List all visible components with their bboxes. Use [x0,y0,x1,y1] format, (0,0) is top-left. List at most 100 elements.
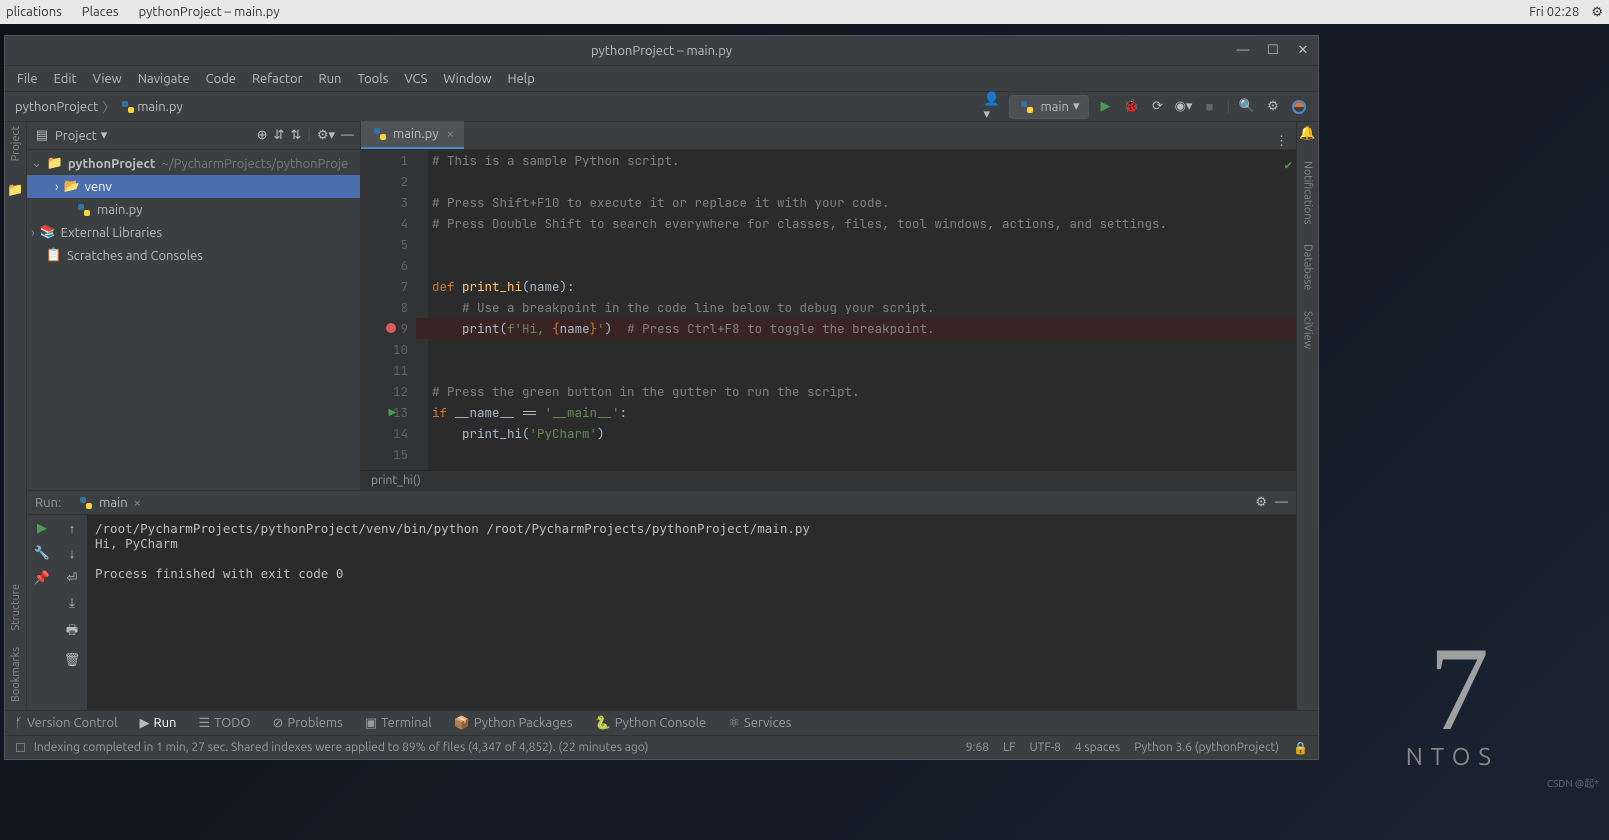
status-position[interactable]: 9:68 [966,741,989,755]
breakpoint-icon[interactable] [386,323,396,333]
run-output[interactable]: /root/PycharmProjects/pythonProject/venv… [87,515,1296,710]
os-menu-applications[interactable]: plications [6,5,62,19]
hide-icon[interactable]: — [1275,495,1288,510]
tool-project[interactable]: Project [10,126,22,161]
menu-run[interactable]: Run [313,70,348,88]
pin-icon[interactable]: 📌 [34,571,50,586]
close-icon[interactable]: ✕ [1288,43,1318,58]
line-number[interactable]: 3 [361,192,408,213]
stop-icon[interactable]: ■ [1201,98,1219,116]
menu-file[interactable]: File [11,70,44,88]
tool-run[interactable]: ▶Run [140,716,177,731]
ide-help-icon[interactable] [1290,98,1308,116]
menu-refactor[interactable]: Refactor [246,70,309,88]
rerun-icon[interactable]: ▶ [37,521,47,536]
tool-vcs[interactable]: ᚶVersion Control [15,716,118,730]
tool-services[interactable]: ⚛Services [728,716,791,731]
tab-close-icon[interactable]: × [447,127,454,141]
line-number[interactable]: 5 [361,234,408,255]
line-number[interactable]: 7 [361,276,408,297]
collapse-all-icon[interactable]: ⇅ [290,128,301,143]
line-number[interactable]: 2 [361,171,408,192]
menu-view[interactable]: View [87,70,128,88]
code-text[interactable]: # This is a sample Python script. # Pres… [428,150,1296,470]
project-view-icon[interactable]: ▤ [33,127,51,145]
line-number[interactable]: 13 [361,402,408,423]
tab-close-icon[interactable]: × [134,496,141,510]
editor-breadcrumb[interactable]: print_hi() [361,470,1296,490]
chevron-down-icon[interactable]: ▾ [101,128,108,143]
menu-navigate[interactable]: Navigate [132,70,196,88]
menu-vcs[interactable]: VCS [398,70,433,88]
breadcrumb-file[interactable]: main.py [137,100,183,114]
tree-external-libs[interactable]: › 📚 External Libraries [27,221,360,244]
minimize-icon[interactable]: — [1228,43,1258,58]
run-gutter-icon[interactable]: ▶ [388,402,396,423]
debug-icon[interactable]: 🐞 [1123,98,1141,116]
hide-icon[interactable]: — [341,128,354,143]
coverage-icon[interactable]: ⟳ [1149,98,1167,116]
line-number[interactable]: 12 [361,381,408,402]
menu-code[interactable]: Code [200,70,242,88]
status-indent[interactable]: 4 spaces [1075,741,1120,755]
tool-database[interactable]: Database [1302,244,1314,290]
notification-bell-icon[interactable]: 🔔 [1299,126,1315,141]
status-interpreter[interactable]: Python 3.6 (pythonProject) [1134,741,1279,755]
os-menu-places[interactable]: Places [82,5,119,19]
titlebar[interactable]: pythonProject – main.py — ☐ ✕ [5,36,1318,66]
run-config-selector[interactable]: main ▾ [1009,95,1088,119]
tool-terminal[interactable]: ▣Terminal [365,716,432,731]
tool-sciview[interactable]: SciView [1302,311,1314,349]
menu-help[interactable]: Help [502,70,541,88]
tool-problems[interactable]: ⊘Problems [273,716,343,731]
breadcrumb-project[interactable]: pythonProject [15,100,98,114]
fold-column[interactable] [416,150,428,470]
lock-icon[interactable]: 🔒 [1293,741,1308,755]
os-indicator-icon[interactable]: ⚙ [1591,5,1603,20]
tool-bookmarks[interactable]: Bookmarks [10,647,22,702]
tabs-more-icon[interactable]: ⋮ [1275,134,1288,149]
up-icon[interactable]: ↑ [69,521,76,536]
tool-window-quick-access-icon[interactable]: ☐ [15,741,26,755]
tree-mainpy[interactable]: main.py [27,198,360,221]
locate-icon[interactable]: ⊕ [257,128,268,143]
line-number[interactable]: 8 [361,297,408,318]
status-line-sep[interactable]: LF [1003,741,1015,755]
print-icon[interactable]: 🖶 [66,621,78,643]
maximize-icon[interactable]: ☐ [1258,43,1288,58]
line-number[interactable]: 15 [361,444,408,465]
wrench-icon[interactable]: 🔧 [34,546,50,561]
tree-venv[interactable]: › 📂 venv [27,175,360,198]
line-number[interactable]: 11 [361,360,408,381]
scroll-to-end-icon[interactable]: ⤓ [69,596,75,611]
tool-notifications[interactable]: Notifications [1302,161,1314,224]
menu-window[interactable]: Window [437,70,497,88]
profile-icon[interactable]: ◉▾ [1175,98,1193,116]
gear-icon[interactable]: ⚙▾ [317,128,335,143]
line-number[interactable]: 10 [361,339,408,360]
clear-all-icon[interactable]: 🗑 [64,653,81,668]
line-number[interactable]: 9 [361,318,408,339]
run-tab[interactable]: main × [69,492,149,514]
os-menu-app[interactable]: pythonProject – main.py [139,5,280,19]
line-number[interactable]: 6 [361,255,408,276]
analysis-ok-icon[interactable]: ✔ [1284,154,1292,175]
gear-icon[interactable]: ⚙ [1255,495,1267,510]
menu-tools[interactable]: Tools [351,70,394,88]
search-icon[interactable]: 🔍 [1238,98,1256,116]
line-number[interactable]: 14 [361,423,408,444]
tool-structure[interactable]: Structure [10,584,22,631]
tree-root[interactable]: ⌄ 📁 pythonProject ~/PycharmProjects/pyth… [27,152,360,175]
line-number[interactable]: 4 [361,213,408,234]
code-area[interactable]: 1 2 3 4 5 6 7 8 9 10 11 [361,150,1296,470]
gutter[interactable]: 1 2 3 4 5 6 7 8 9 10 11 [361,150,416,470]
down-icon[interactable]: ↓ [69,546,76,561]
project-tree[interactable]: ⌄ 📁 pythonProject ~/PycharmProjects/pyth… [27,150,360,269]
menu-edit[interactable]: Edit [48,70,83,88]
tool-python-packages[interactable]: 📦Python Packages [454,716,573,731]
expand-all-icon[interactable]: ⇵ [274,128,285,143]
tree-scratches[interactable]: 📋 Scratches and Consoles [27,244,360,267]
user-icon[interactable]: 👤▾ [983,98,1001,116]
soft-wrap-icon[interactable]: ⏎ [67,571,78,586]
tool-python-console[interactable]: 🐍Python Console [595,716,707,731]
